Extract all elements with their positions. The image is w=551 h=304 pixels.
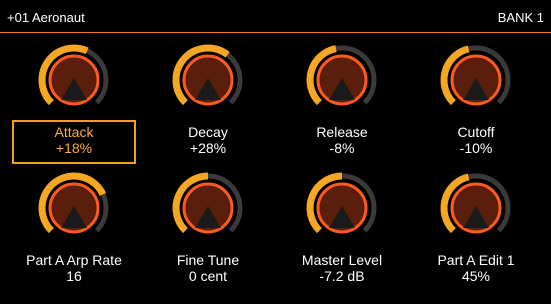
param-value: 0 cent: [188, 268, 228, 284]
param-value: 45%: [461, 268, 491, 284]
knob-icon[interactable]: [34, 40, 114, 120]
param-knob-6[interactable]: Fine Tune 0 cent: [142, 168, 274, 284]
param-knob-3[interactable]: Release -8%: [276, 40, 408, 156]
param-value: -10%: [459, 140, 493, 156]
preset-title[interactable]: +01 Aeronaut: [7, 10, 85, 25]
param-label: Release: [316, 124, 368, 140]
knob-icon[interactable]: [436, 168, 516, 248]
param-knob-4[interactable]: Cutoff -10%: [410, 40, 542, 156]
param-label: Part A Edit 1: [437, 252, 515, 268]
param-value: -7.2 dB: [319, 268, 365, 284]
param-label: Fine Tune: [176, 252, 240, 268]
selection-highlight: [12, 120, 136, 164]
knob-icon[interactable]: [168, 40, 248, 120]
knob-icon[interactable]: [34, 168, 114, 248]
param-label: Decay: [188, 124, 228, 140]
knob-icon[interactable]: [168, 168, 248, 248]
param-label: Part A Arp Rate: [26, 252, 122, 268]
param-label: Cutoff: [457, 124, 495, 140]
param-knob-7[interactable]: Master Level -7.2 dB: [276, 168, 408, 284]
knob-icon[interactable]: [302, 168, 382, 248]
param-value: 16: [66, 268, 82, 284]
param-knob-2[interactable]: Decay +28%: [142, 40, 274, 156]
header-divider: [0, 32, 551, 33]
param-value: +28%: [189, 140, 227, 156]
param-knob-8[interactable]: Part A Edit 1 45%: [410, 168, 542, 284]
knob-icon[interactable]: [302, 40, 382, 120]
param-value: -8%: [329, 140, 355, 156]
param-knob-5[interactable]: Part A Arp Rate 16: [8, 168, 140, 284]
bank-label[interactable]: BANK 1: [498, 10, 544, 25]
param-label: Master Level: [301, 252, 383, 268]
header-bar: +01 Aeronaut BANK 1: [0, 0, 551, 33]
knob-icon[interactable]: [436, 40, 516, 120]
